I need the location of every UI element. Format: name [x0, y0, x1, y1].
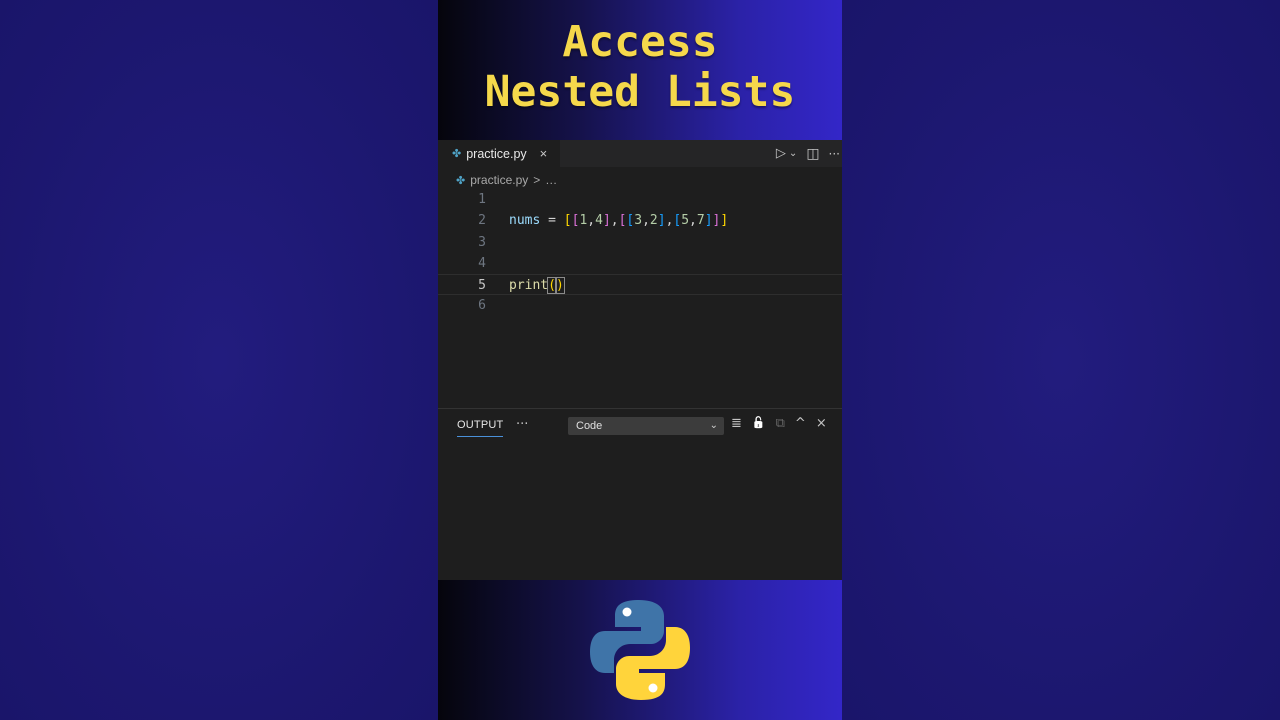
panel-actions: ≣ 🔓 ⧉ ^ ×	[731, 416, 827, 431]
code-token-punct: ,	[587, 213, 596, 229]
background-left	[0, 0, 438, 720]
editor-tab-bar: ✤ practice.py × ▷ ⌄ ◫ ···	[438, 140, 842, 167]
tab-output[interactable]: OUTPUT	[457, 419, 504, 437]
code-token-number: 7	[696, 213, 705, 229]
close-tab-icon[interactable]: ×	[540, 146, 548, 161]
line-text: nums = [[1,4],[[3,2],[5,7]]]	[509, 210, 728, 231]
code-token-bracket: )	[554, 277, 565, 295]
code-line: 2 nums = [[1,4],[[3,2],[5,7]]]	[438, 210, 842, 231]
code-token-bracket: ]	[602, 213, 611, 229]
code-line-current: 5 print()	[438, 274, 842, 296]
line-number: 1	[478, 192, 486, 207]
run-icon[interactable]: ▷	[776, 146, 786, 161]
copy-icon[interactable]: ⧉	[776, 416, 785, 431]
code-line: 1	[438, 189, 842, 210]
line-number: 2	[478, 213, 486, 229]
code-line: 3	[438, 232, 842, 253]
lock-scroll-icon[interactable]: 🔓	[752, 416, 766, 431]
code-token-punct: ,	[689, 213, 697, 229]
code-line: 4	[438, 253, 842, 274]
maximize-panel-icon[interactable]: ^	[795, 416, 806, 431]
code-editor: ✤ practice.py × ▷ ⌄ ◫ ··· ✤ practice.py …	[438, 140, 842, 408]
code-line: 6	[438, 295, 842, 316]
panel-header: OUTPUT ··· Code ⌄ ≣ 🔓 ⧉ ^ ×	[438, 409, 842, 443]
more-actions-icon[interactable]: ···	[829, 147, 840, 161]
code-token-bracket: (	[547, 277, 557, 295]
run-menu-chevron-icon[interactable]: ⌄	[789, 148, 797, 159]
code-token-identifier: nums	[509, 213, 541, 229]
code-token-bracket: [	[563, 213, 572, 229]
code-token-number: 2	[649, 213, 658, 229]
code-token-punct: =	[548, 213, 556, 229]
code-token-bracket: ]	[720, 213, 729, 229]
python-logo-icon	[590, 600, 690, 700]
editor-actions: ▷ ⌄ ◫ ···	[776, 140, 842, 167]
output-channel-select[interactable]: Code ⌄	[568, 417, 724, 435]
title-banner: Access Nested Lists	[438, 0, 842, 140]
breadcrumb-more[interactable]: …	[545, 173, 557, 187]
code-area[interactable]: 1 2 nums = [[1,4],[[3,2],[5,7]]] 3 4 5 p…	[438, 189, 842, 317]
code-token-identifier: print	[509, 278, 549, 294]
code-token-number: 5	[681, 213, 690, 229]
code-token-punct	[556, 213, 564, 228]
tab-practice-py[interactable]: ✤ practice.py ×	[438, 140, 560, 167]
clear-output-icon[interactable]: ≣	[731, 416, 742, 431]
python-file-icon: ✤	[452, 148, 462, 160]
code-token-punct: ,	[610, 213, 619, 229]
code-token-bracket: ]	[704, 213, 713, 229]
title-line-2: Nested Lists	[484, 67, 796, 117]
close-panel-icon[interactable]: ×	[816, 416, 827, 431]
line-number: 6	[478, 298, 486, 314]
background-right	[842, 0, 1280, 720]
output-channel-value: Code	[576, 420, 603, 432]
code-token-punct: ,	[642, 213, 650, 229]
tab-label: practice.py	[466, 146, 527, 161]
title-line-1: Access	[562, 17, 718, 67]
line-number: 3	[478, 234, 486, 250]
breadcrumb-separator: >	[533, 173, 541, 187]
python-file-icon: ✤	[456, 174, 466, 187]
code-token-number: 3	[634, 213, 643, 229]
breadcrumb-file[interactable]: practice.py	[470, 173, 528, 187]
panel-more-icon[interactable]: ···	[516, 417, 528, 432]
code-token-punct	[540, 213, 548, 228]
split-editor-icon[interactable]: ◫	[806, 146, 819, 162]
line-number: 5	[478, 278, 486, 294]
line-number: 4	[478, 255, 486, 271]
line-text: print()	[509, 275, 565, 296]
code-token-bracket: ]	[657, 213, 666, 229]
chevron-down-icon: ⌄	[709, 420, 718, 431]
output-panel: OUTPUT ··· Code ⌄ ≣ 🔓 ⧉ ^ ×	[438, 408, 842, 580]
video-frame: Access Nested Lists ✤ practice.py × ▷ ⌄ …	[438, 0, 842, 720]
code-token-number: 4	[595, 213, 603, 229]
